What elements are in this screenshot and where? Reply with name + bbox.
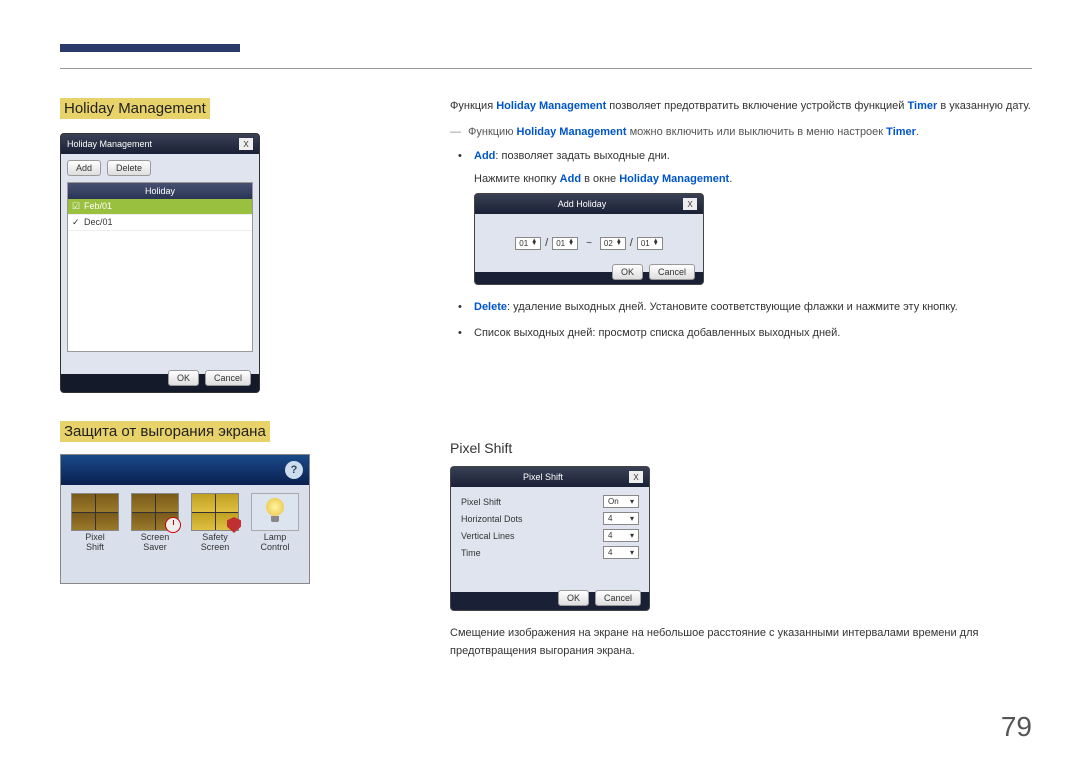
screen-saver-icon-button[interactable]: Screen Saver: [127, 493, 183, 553]
bulb-icon: [264, 498, 286, 526]
heading-screen-burn: Защита от выгорания экрана: [60, 421, 270, 442]
heading-pixel-shift: Pixel Shift: [450, 440, 1032, 456]
holiday-date: Feb/01: [84, 201, 112, 212]
dialog-title: Pixel Shift: [523, 472, 563, 482]
ok-button[interactable]: OK: [168, 370, 199, 386]
dialog-title: Holiday Management: [67, 139, 152, 149]
chevron-down-icon: ▾: [630, 548, 634, 557]
bullet-delete: Delete: удаление выходных дней. Установи…: [450, 299, 1032, 317]
heading-holiday-management: Holiday Management: [60, 98, 210, 119]
spinner-arrows-icon: ▲▼: [653, 240, 659, 247]
setting-row: Pixel ShiftOn▾: [461, 493, 639, 510]
holiday-table: Holiday ☑ Feb/01 ✓ Dec/01: [67, 182, 253, 352]
add-button[interactable]: Add: [67, 160, 101, 176]
icon-label: Pixel Shift: [67, 533, 123, 553]
bullet-add: Add: позволяет задать выходные дни.: [450, 148, 1032, 166]
holiday-date: Dec/01: [84, 217, 113, 228]
page-number: 79: [1001, 711, 1032, 743]
month-spinner[interactable]: 02▲▼: [600, 237, 626, 250]
pixel-shift-icon-button[interactable]: Pixel Shift: [67, 493, 123, 553]
grid-image-icon: [72, 494, 118, 530]
sub-line: Нажмите кнопку Add в окне Holiday Manage…: [450, 173, 1032, 185]
bullet-list: Список выходных дней: просмотр списка до…: [450, 325, 1032, 343]
screenshot-add-holiday: Add Holiday X 01▲▼ / 01▲▼ ~ 02▲▼ / 01▲▼ …: [474, 193, 704, 285]
cancel-button[interactable]: Cancel: [649, 264, 695, 280]
setting-row: Vertical Lines4▾: [461, 527, 639, 544]
day-spinner[interactable]: 01▲▼: [637, 237, 663, 250]
spinner-arrows-icon: ▲▼: [568, 240, 574, 247]
shield-icon: [227, 517, 241, 533]
icon-label: Safety Screen: [187, 533, 243, 553]
left-column: Holiday Management Holiday Management X …: [60, 98, 330, 584]
dropdown[interactable]: On▾: [603, 495, 639, 508]
dropdown[interactable]: 4▾: [603, 512, 639, 525]
help-icon[interactable]: ?: [285, 461, 303, 479]
paragraph-ps-desc: Смещение изображения на экране на неболь…: [450, 625, 1032, 660]
dialog-titlebar: Add Holiday X: [475, 194, 703, 214]
header-accent-bar: [60, 44, 240, 52]
delete-button[interactable]: Delete: [107, 160, 151, 176]
spinner-arrows-icon: ▲▼: [616, 240, 622, 247]
close-icon[interactable]: X: [683, 198, 697, 210]
day-spinner[interactable]: 01▲▼: [552, 237, 578, 250]
note-line: Функцию Holiday Management можно включит…: [450, 126, 1032, 138]
close-icon[interactable]: X: [629, 471, 643, 483]
dropdown[interactable]: 4▾: [603, 546, 639, 559]
screenshot-pixel-shift: Pixel Shift X Pixel ShiftOn▾ Horizontal …: [450, 466, 650, 611]
spinner-arrows-icon: ▲▼: [531, 240, 537, 247]
clock-icon: [165, 517, 181, 533]
dialog-titlebar: Pixel Shift X: [451, 467, 649, 487]
chevron-down-icon: ▾: [630, 531, 634, 540]
icon-label: Screen Saver: [127, 533, 183, 553]
dialog-titlebar: Holiday Management X: [61, 134, 259, 154]
ok-button[interactable]: OK: [612, 264, 643, 280]
month-spinner[interactable]: 01▲▼: [515, 237, 541, 250]
dialog-body: Pixel ShiftOn▾ Horizontal Dots4▾ Vertica…: [451, 487, 649, 592]
cancel-button[interactable]: Cancel: [595, 590, 641, 606]
cancel-button[interactable]: Cancel: [205, 370, 251, 386]
icon-label: Lamp Control: [247, 533, 303, 553]
setting-row: Horizontal Dots4▾: [461, 510, 639, 527]
header-divider: [60, 68, 1032, 69]
dropdown[interactable]: 4▾: [603, 529, 639, 542]
dialog-body: Add Delete Holiday ☑ Feb/01 ✓ Dec/01: [61, 154, 259, 374]
right-column: Функция Holiday Management позволяет пре…: [450, 98, 1032, 671]
table-header: Holiday: [68, 183, 252, 199]
table-row[interactable]: ☑ Feb/01: [68, 199, 252, 215]
dialog-title: Add Holiday: [558, 199, 607, 209]
chevron-down-icon: ▾: [630, 497, 634, 506]
ok-button[interactable]: OK: [558, 590, 589, 606]
table-row[interactable]: ✓ Dec/01: [68, 215, 252, 231]
setting-row: Time4▾: [461, 544, 639, 561]
paragraph: Функция Holiday Management позволяет пре…: [450, 98, 1032, 116]
chevron-down-icon: ▾: [630, 514, 634, 523]
checkbox-icon[interactable]: ✓: [72, 217, 84, 228]
lamp-control-icon-button[interactable]: Lamp Control: [247, 493, 303, 553]
checkbox-icon[interactable]: ☑: [72, 201, 84, 212]
close-icon[interactable]: X: [239, 138, 253, 150]
screenshot-holiday-management: Holiday Management X Add Delete Holiday …: [60, 133, 260, 393]
screenshot-burn-protection: ? Pixel Shift Screen Saver Safety Screen…: [60, 454, 310, 584]
safety-screen-icon-button[interactable]: Safety Screen: [187, 493, 243, 553]
toolbar: ?: [61, 455, 309, 485]
